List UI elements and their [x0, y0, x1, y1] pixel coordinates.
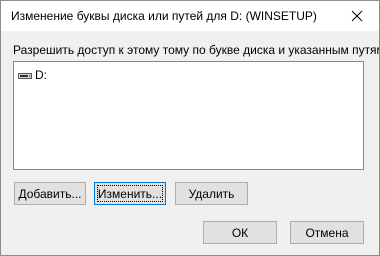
- title-bar[interactable]: Изменение буквы диска или путей для D: (…: [1, 1, 379, 31]
- list-item[interactable]: D:: [18, 67, 47, 83]
- remove-button[interactable]: Удалить: [175, 182, 248, 205]
- change-button-label: Изменить...: [97, 186, 163, 201]
- add-button-label: Добавить...: [18, 186, 82, 201]
- close-button[interactable]: [335, 1, 379, 31]
- paths-listbox[interactable]: D:: [13, 61, 364, 170]
- drive-icon: [18, 73, 32, 79]
- instruction-label: Разрешить доступ к этому тому по букве д…: [13, 43, 380, 57]
- ok-button-label: ОК: [231, 225, 249, 240]
- close-icon: [351, 10, 363, 22]
- add-button[interactable]: Добавить...: [14, 182, 86, 205]
- cancel-button[interactable]: Отмена: [290, 221, 364, 244]
- dialog-window: Изменение буквы диска или путей для D: (…: [0, 0, 380, 256]
- remove-button-label: Удалить: [188, 186, 235, 201]
- ok-button[interactable]: ОК: [203, 221, 277, 244]
- window-title: Изменение буквы диска или путей для D: (…: [11, 9, 317, 23]
- change-button[interactable]: Изменить...: [94, 182, 166, 205]
- cancel-button-label: Отмена: [305, 225, 349, 240]
- list-item-label: D:: [35, 68, 47, 82]
